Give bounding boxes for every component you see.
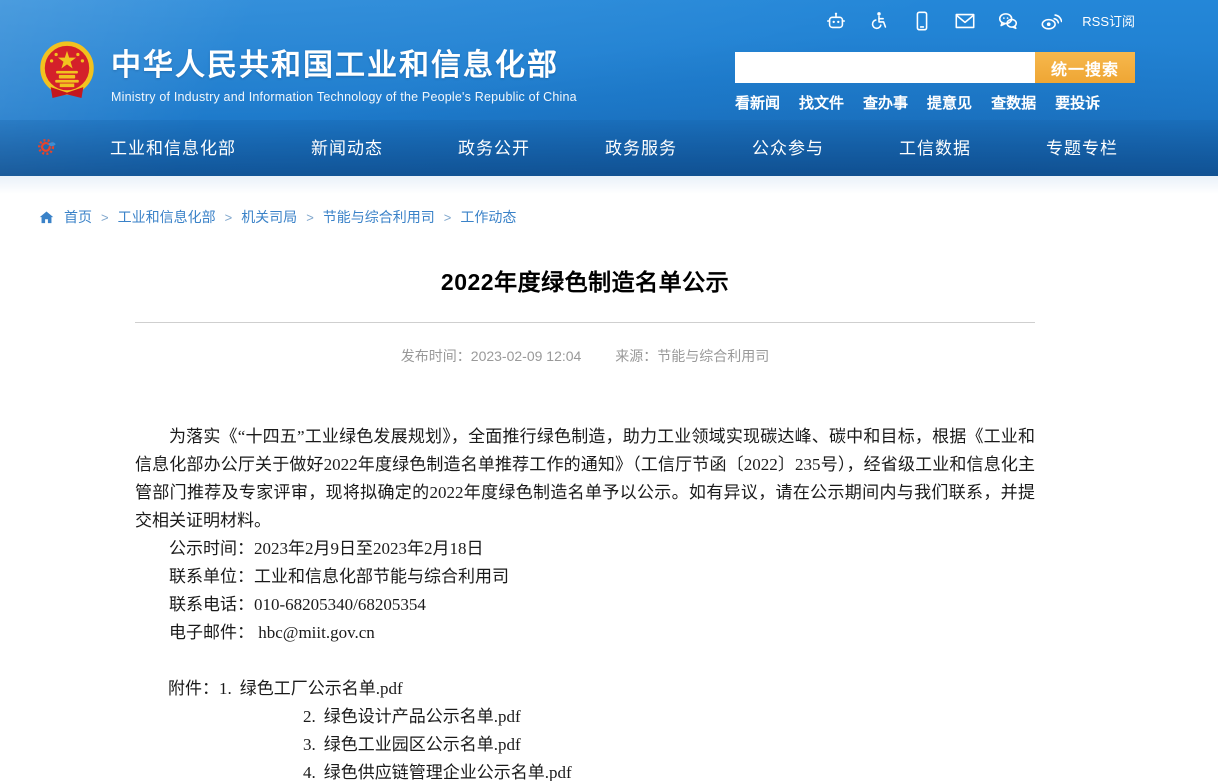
info-line: 联系单位：工业和信息化部节能与综合利用司 [135, 563, 1035, 591]
attachment-number: 1. [219, 679, 232, 698]
nav-item[interactable]: 政务服务 [605, 134, 677, 159]
attachment-line: 4. 绿色供应链管理企业公示名单.pdf [135, 759, 1035, 781]
utility-icons [824, 9, 1062, 32]
quick-links: 看新闻找文件查办事提意见查数据要投诉 [735, 92, 1135, 113]
site-header: RSS订阅 中华人民共和国工业和信息化部 [0, 0, 1218, 176]
breadcrumb-separator: > [101, 210, 109, 225]
main-nav: 工业和信息化部 新闻动态 政务公开 政务服务 公众参与 工信数据 专题专栏 [0, 120, 1218, 176]
breadcrumb-link[interactable]: 节能与综合利用司 [323, 207, 435, 227]
site-subtitle: Ministry of Industry and Information Tec… [111, 90, 577, 104]
publish-time: 发布时间：2023-02-09 12:04 [401, 348, 582, 364]
info-line: 电子邮件： hbc@miit.gov.cn [135, 619, 1035, 647]
breadcrumb-link[interactable]: 工作动态 [460, 207, 516, 227]
attachment-number: 2. [303, 707, 316, 726]
attachment-label: 附件： [168, 679, 219, 698]
main-nav-items: 工业和信息化部 新闻动态 政务公开 政务服务 公众参与 工信数据 专题专栏 [110, 120, 1118, 173]
site-title: 中华人民共和国工业和信息化部 [111, 40, 577, 84]
breadcrumb-link[interactable]: 首页 [64, 207, 92, 227]
info-line: 联系电话：010-68205340/68205354 [135, 591, 1035, 619]
breadcrumb: 首页 > 工业和信息化部 > 机关司局 > 节能与综合利用司 > 工作动态 [38, 207, 1218, 227]
nav-item[interactable]: 公众参与 [752, 134, 824, 159]
attachment-line: 2. 绿色设计产品公示名单.pdf [135, 703, 1035, 731]
attachment-link[interactable]: 绿色工业园区公示名单.pdf [324, 735, 521, 754]
attachments: 附件：1. 绿色工厂公示名单.pdf 2. 绿色设计产品公示名单.pdf 3. 绿色工业园… [135, 675, 1035, 781]
attachment-link[interactable]: 绿色供应链管理企业公示名单.pdf [324, 763, 572, 781]
attachment-link[interactable]: 绿色工厂公示名单.pdf [240, 679, 403, 698]
article-title: 2022年度绿色制造名单公示 [135, 263, 1035, 297]
quick-link[interactable]: 查办事 [863, 92, 908, 113]
brand: 中华人民共和国工业和信息化部 Ministry of Industry and … [38, 40, 577, 104]
breadcrumb-link[interactable]: 机关司局 [241, 207, 297, 227]
search-area: 统一搜索 看新闻找文件查办事提意见查数据要投诉 [735, 52, 1135, 113]
article-source: 来源：节能与综合利用司 [615, 348, 769, 364]
wechat-icon[interactable] [996, 9, 1019, 32]
article-body: 为落实《“十四五”工业绿色发展规划》，全面推行绿色制造，助力工业领域实现碳达峰、… [135, 423, 1035, 781]
banner-bottom-fade [0, 176, 1218, 194]
attachment-link[interactable]: 绿色设计产品公示名单.pdf [324, 707, 521, 726]
breadcrumb-separator: > [444, 210, 452, 225]
attachment-number: 4. [303, 763, 316, 781]
page: RSS订阅 中华人民共和国工业和信息化部 [0, 0, 1218, 781]
article-paragraph: 为落实《“十四五”工业绿色发展规划》，全面推行绿色制造，助力工业领域实现碳达峰、… [135, 423, 1035, 535]
breadcrumb-items: 首页 > 工业和信息化部 > 机关司局 > 节能与综合利用司 > 工作动态 [64, 207, 516, 227]
search-input[interactable] [735, 52, 1035, 83]
quick-link[interactable]: 要投诉 [1055, 92, 1100, 113]
nav-item[interactable]: 工业和信息化部 [110, 134, 236, 159]
breadcrumb-separator: > [306, 210, 314, 225]
accessibility-icon[interactable] [867, 9, 890, 32]
nav-item[interactable]: 专题专栏 [1046, 134, 1118, 159]
miit-gear-logo-icon [36, 136, 58, 158]
title-divider [135, 322, 1035, 323]
quick-link[interactable]: 查数据 [991, 92, 1036, 113]
quick-link[interactable]: 提意见 [927, 92, 972, 113]
breadcrumb-separator: > [225, 210, 233, 225]
article-meta: 发布时间：2023-02-09 12:04 来源：节能与综合利用司 [135, 346, 1035, 366]
info-line: 公示时间：2023年2月9日至2023年2月18日 [135, 535, 1035, 563]
ai-assistant-icon[interactable] [824, 9, 847, 32]
nav-item[interactable]: 新闻动态 [311, 134, 383, 159]
mobile-icon[interactable] [910, 9, 933, 32]
quick-link[interactable]: 看新闻 [735, 92, 780, 113]
breadcrumb-link[interactable]: 工业和信息化部 [118, 207, 216, 227]
info-lines: 公示时间：2023年2月9日至2023年2月18日联系单位：工业和信息化部节能与… [135, 535, 1035, 647]
brand-text: 中华人民共和国工业和信息化部 Ministry of Industry and … [111, 40, 577, 104]
search-button[interactable]: 统一搜索 [1035, 52, 1135, 83]
attachment-line: 3. 绿色工业园区公示名单.pdf [135, 731, 1035, 759]
attachment-line: 附件：1. 绿色工厂公示名单.pdf [135, 675, 1035, 703]
nav-item[interactable]: 工信数据 [899, 134, 971, 159]
national-emblem-logo [38, 40, 96, 104]
article: 2022年度绿色制造名单公示 发布时间：2023-02-09 12:04 来源：… [135, 263, 1035, 781]
mail-icon[interactable] [953, 9, 976, 32]
attachment-number: 3. [303, 735, 316, 754]
utility-bar: RSS订阅 [824, 9, 1135, 32]
quick-link[interactable]: 找文件 [799, 92, 844, 113]
weibo-icon[interactable] [1039, 9, 1062, 32]
nav-item[interactable]: 政务公开 [458, 134, 530, 159]
rss-link[interactable]: RSS订阅 [1082, 11, 1135, 30]
home-icon[interactable] [38, 209, 55, 226]
